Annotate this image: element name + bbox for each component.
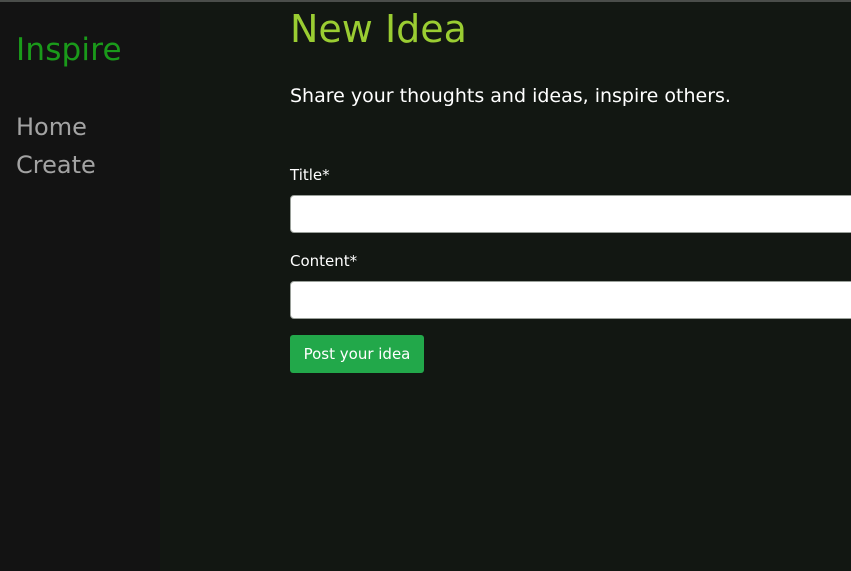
sidebar-item-create[interactable]: Create: [16, 146, 96, 184]
sidebar-item-home[interactable]: Home: [16, 108, 96, 146]
content-input[interactable]: [290, 281, 851, 319]
sidebar-nav: Home Create: [16, 108, 96, 184]
post-idea-button[interactable]: Post your idea: [290, 335, 424, 373]
sidebar: Inspire Home Create: [0, 2, 160, 571]
title-input[interactable]: [290, 195, 851, 233]
content-label: Content*: [290, 252, 358, 270]
title-label: Title*: [290, 166, 330, 184]
page-subtitle: Share your thoughts and ideas, inspire o…: [290, 85, 731, 107]
main-content: New Idea Share your thoughts and ideas, …: [160, 2, 851, 571]
brand-logo[interactable]: Inspire: [16, 32, 122, 68]
page-title: New Idea: [290, 7, 467, 51]
